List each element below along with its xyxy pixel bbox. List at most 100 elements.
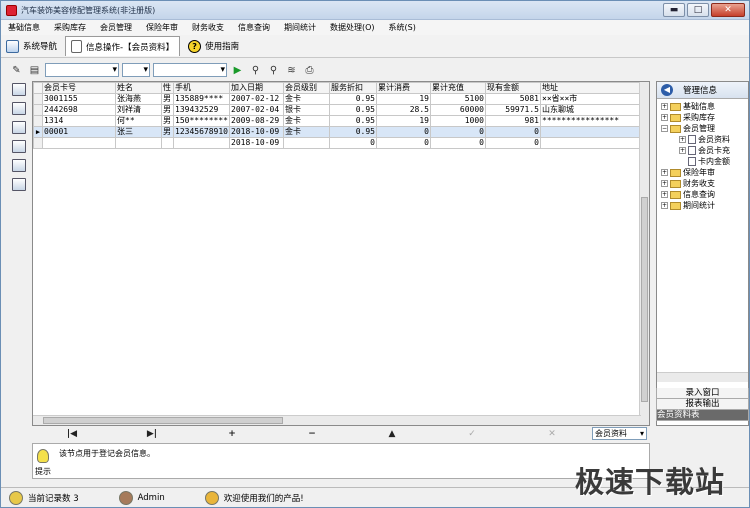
cell[interactable]: 59971.5 — [485, 104, 541, 116]
cell[interactable]: 981 — [485, 115, 541, 127]
cell[interactable]: **************** — [540, 115, 641, 127]
tab-info-operation[interactable]: 信息操作-【会员资料】 — [65, 36, 181, 56]
cell[interactable]: 2007-02-04 — [229, 104, 284, 116]
value-combo[interactable] — [153, 63, 227, 77]
cell[interactable]: 0.95 — [329, 93, 377, 105]
pencil-icon[interactable]: ✎ — [9, 63, 24, 77]
grid-horizontal-scrollbar[interactable] — [33, 415, 641, 425]
cell[interactable]: 2007-02-12 — [229, 93, 284, 105]
cell[interactable] — [540, 137, 641, 149]
expand-icon[interactable]: + — [661, 191, 668, 198]
cancel-record-button[interactable]: ✕ — [512, 429, 592, 439]
cell[interactable]: 0 — [376, 137, 431, 149]
cell[interactable]: 0 — [485, 137, 541, 149]
tree-node-card-balance[interactable]: 卡内金额 — [657, 156, 748, 167]
list-item-member-table[interactable]: 会员资料表 — [656, 410, 749, 421]
col-header[interactable]: 累计充值 — [430, 82, 486, 94]
last-record-button[interactable]: ▶| — [112, 429, 192, 439]
cell[interactable]: 2442698 — [42, 104, 116, 116]
col-header[interactable]: 会员卡号 — [42, 82, 116, 94]
cell[interactable]: 0 — [329, 137, 377, 149]
cell[interactable]: 张海燕 — [115, 93, 162, 105]
add-record-button[interactable]: + — [192, 429, 272, 439]
row-header[interactable] — [33, 137, 43, 149]
cell[interactable]: 2018-10-09 — [229, 137, 284, 149]
cell[interactable]: 28.5 — [376, 104, 431, 116]
col-header[interactable]: 手机 — [173, 82, 230, 94]
field-combo[interactable] — [45, 63, 119, 77]
menu-data[interactable]: 数据处理(O) — [323, 22, 382, 33]
menu-member[interactable]: 会员管理 — [93, 22, 139, 33]
row-header[interactable] — [33, 115, 43, 127]
expand-icon[interactable]: + — [661, 202, 668, 209]
table-row[interactable]: 3001155 张海燕 男 135889**** 2007-02-12 金卡 0… — [33, 93, 641, 105]
scroll-thumb[interactable] — [43, 417, 283, 424]
run-icon[interactable]: ▶ — [230, 63, 245, 77]
tree-node-basic[interactable]: + 基础信息 — [657, 101, 748, 112]
tree-node-insurance[interactable]: + 保险年审 — [657, 167, 748, 178]
menu-insurance[interactable]: 保险年审 — [139, 22, 185, 33]
col-header[interactable]: 累计消费 — [376, 82, 431, 94]
table-select[interactable]: 会员资料 — [592, 427, 647, 440]
menu-purchase[interactable]: 采购库存 — [47, 22, 93, 33]
list-item-report-output[interactable]: 报表输出 — [656, 399, 749, 410]
tree-node-member[interactable]: − 会员管理 — [657, 123, 748, 134]
cell[interactable]: 男 — [161, 126, 174, 138]
search-icon[interactable]: ⚲ — [248, 63, 263, 77]
book-icon[interactable] — [12, 121, 26, 134]
cell[interactable]: 1000 — [430, 115, 486, 127]
cell[interactable]: 0 — [430, 137, 486, 149]
cell[interactable] — [42, 137, 116, 149]
cell[interactable]: 男 — [161, 115, 174, 127]
cell[interactable]: 0.95 — [329, 104, 377, 116]
col-header[interactable]: 服务折扣 — [329, 82, 377, 94]
table-row[interactable]: 2442698 刘祥清 男 139432529 2007-02-04 银卡 0.… — [33, 104, 641, 116]
delete-record-button[interactable]: − — [272, 429, 352, 439]
col-header[interactable]: 现有金额 — [485, 82, 541, 94]
cell[interactable]: 12345678910 — [173, 126, 230, 138]
cell[interactable]: 3001155 — [42, 93, 116, 105]
table-row[interactable]: 2018-10-09 0 0 0 0 — [33, 137, 641, 149]
menu-finance[interactable]: 财务收支 — [185, 22, 231, 33]
table-row-selected[interactable]: ▶ 00001 张三 男 12345678910 2018-10-09 金卡 0… — [33, 126, 641, 138]
collapse-icon[interactable]: − — [661, 125, 668, 132]
report-icon[interactable] — [12, 140, 26, 153]
expand-icon[interactable]: + — [679, 147, 686, 154]
cell[interactable]: 2009-08-29 — [229, 115, 284, 127]
tree-node-purchase[interactable]: + 采购库存 — [657, 112, 748, 123]
cell[interactable] — [283, 137, 330, 149]
tab-help[interactable]: ? 使用指南 — [183, 36, 244, 56]
chart-icon[interactable] — [12, 159, 26, 172]
cell[interactable]: 150******** — [173, 115, 230, 127]
col-header[interactable]: 会员级别 — [283, 82, 330, 94]
refresh-icon[interactable]: ≋ — [284, 63, 299, 77]
scroll-thumb[interactable] — [641, 197, 648, 402]
menu-basic-info[interactable]: 基础信息 — [1, 22, 47, 33]
menu-system[interactable]: 系统(S) — [382, 22, 423, 33]
cell[interactable]: 19 — [376, 115, 431, 127]
cell[interactable]: 0.95 — [329, 126, 377, 138]
cell[interactable]: 银卡 — [283, 104, 330, 116]
expand-icon[interactable]: + — [661, 180, 668, 187]
cell[interactable]: 1314 — [42, 115, 116, 127]
menu-stats[interactable]: 期间统计 — [277, 22, 323, 33]
list-item-entry-window[interactable]: 录入窗口 — [656, 388, 749, 399]
tab-system-nav[interactable]: 系统导航 — [1, 36, 62, 56]
window-icon[interactable] — [12, 83, 26, 96]
cell[interactable] — [173, 137, 230, 149]
expand-icon[interactable]: + — [661, 169, 668, 176]
tree-node-finance[interactable]: + 财务收支 — [657, 178, 748, 189]
tree-node-stats[interactable]: + 期间统计 — [657, 200, 748, 211]
cell[interactable]: 135889**** — [173, 93, 230, 105]
tree-node-card-recharge[interactable]: + 会员卡充 — [657, 145, 748, 156]
cell[interactable]: 0 — [430, 126, 486, 138]
cell[interactable]: 2018-10-09 — [229, 126, 284, 138]
col-header[interactable]: 地址 — [540, 82, 641, 94]
cell[interactable]: 19 — [376, 93, 431, 105]
cell[interactable]: 0 — [376, 126, 431, 138]
cell[interactable]: 山东聊城 — [540, 104, 641, 116]
maximize-button[interactable]: □ — [687, 3, 709, 17]
cell[interactable] — [540, 126, 641, 138]
print-icon[interactable]: ⎙ — [302, 63, 317, 77]
cell[interactable]: 张三 — [115, 126, 162, 138]
